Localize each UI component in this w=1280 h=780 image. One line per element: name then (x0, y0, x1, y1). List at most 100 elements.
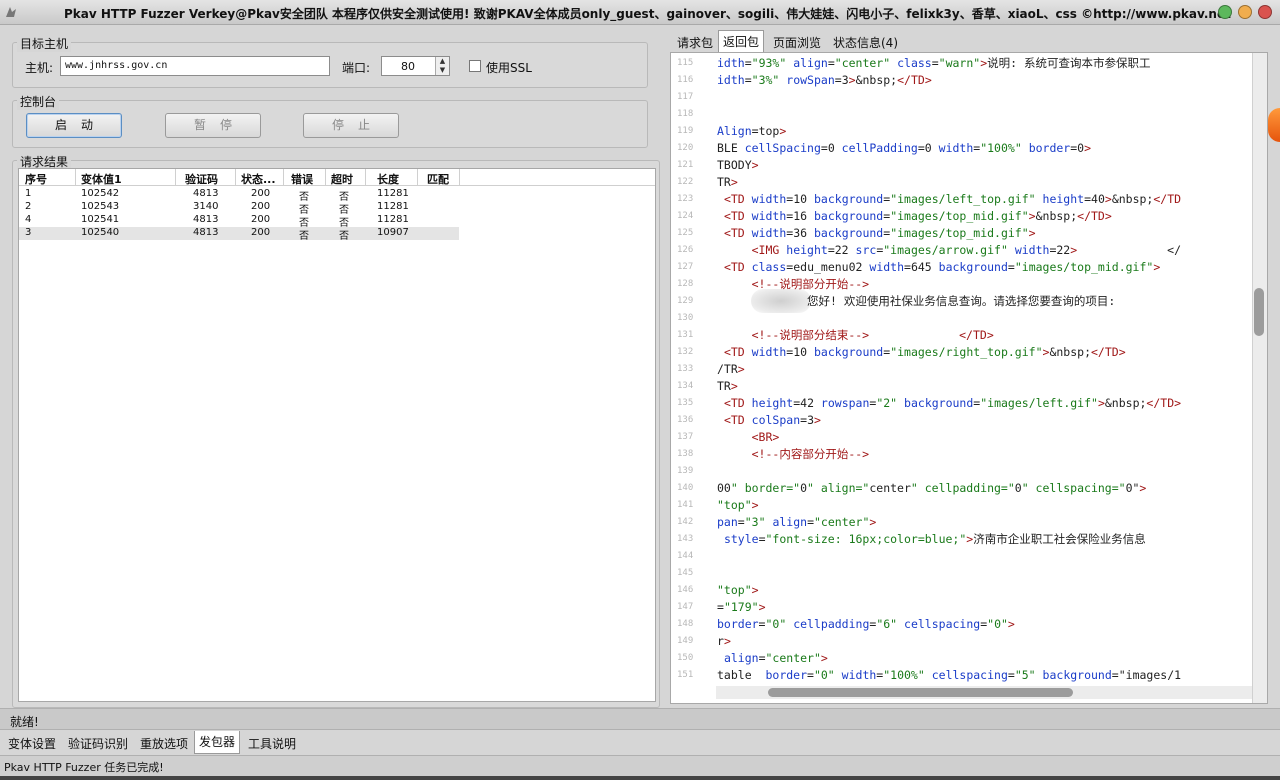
taskbar (0, 776, 1280, 780)
console-group: 控制台 启动 暂停 停止 (12, 93, 648, 148)
task-status-bar: Pkav HTTP Fuzzer 任务已完成! (0, 755, 1280, 776)
table-row[interactable]: 1 102542 4813 200 否否 11281 (19, 188, 459, 203)
line-number: 132 (677, 347, 694, 357)
column-divider[interactable] (365, 169, 366, 185)
line-number: 122 (677, 177, 694, 187)
column-divider[interactable] (459, 169, 460, 185)
tab-bottom-3[interactable]: 发包器 (194, 731, 241, 754)
table-cell: 102541 (81, 214, 120, 225)
line-number: 115 (677, 58, 694, 68)
ssl-checkbox[interactable] (469, 60, 481, 72)
chevron-up-icon[interactable]: ▲ (436, 57, 449, 66)
maximize-button[interactable] (1238, 5, 1252, 19)
code-text: 您好! 欢迎使用社保业务信息查询。请选择您要查询的项目: (717, 294, 1116, 308)
host-input[interactable]: www.jnhrss.gov.cn (60, 56, 330, 76)
column-header[interactable]: 匹配 (427, 171, 463, 187)
tab-bottom-0[interactable]: 变体设置 (4, 733, 60, 754)
column-header[interactable]: 状态... (241, 171, 287, 187)
code-line: 151 table border="0" width="100%" cellspa… (671, 667, 1267, 684)
results-table[interactable]: 序号 变体值1 验证码 状态... 错误 超时 长度 匹配 1 102542 4813 200 否 否 1… (18, 168, 656, 702)
code-line: 126 <IMG height=22 src="images/arrow.gif… (671, 242, 1267, 259)
tab-response-2[interactable]: 页面浏览 (768, 31, 826, 51)
code-text: <TD width=16 background="images/top_mid.… (723, 209, 1112, 223)
stop-button[interactable]: 停止 (303, 113, 399, 138)
column-divider[interactable] (325, 169, 326, 185)
table-cell: 200 (251, 188, 271, 199)
line-number: 118 (677, 109, 694, 119)
column-divider[interactable] (75, 169, 76, 185)
column-divider[interactable] (283, 169, 284, 185)
code-text: TR> (717, 379, 738, 393)
tab-response-1[interactable]: 返回包 (718, 30, 765, 52)
code-line: 147 ="179"> (671, 599, 1267, 616)
code-line: 130 (671, 310, 1267, 327)
side-widget-icon[interactable] (1268, 108, 1280, 142)
code-text: /TR> (717, 362, 745, 376)
code-line: 145 (671, 565, 1267, 582)
table-cell: 否 (299, 231, 309, 242)
port-stepper-buttons[interactable]: ▲ ▼ (435, 57, 449, 75)
line-number: 117 (677, 92, 694, 102)
tab-response-3[interactable]: 状态信息(4) (828, 31, 903, 51)
port-stepper[interactable]: 80 ▲ ▼ (381, 56, 450, 76)
code-text: style="font-size: 16px;color=blue;">济南市企… (723, 532, 1146, 546)
vertical-scrollbar[interactable] (1252, 53, 1267, 703)
code-text: <TD width=10 background="images/right_to… (723, 345, 1126, 359)
code-line: 135 <TD height=42 rowspan="2" background… (671, 395, 1267, 412)
column-header[interactable]: 验证码 (185, 171, 239, 187)
table-row[interactable]: 4 102541 4813 200 否否 11281 (19, 214, 459, 229)
start-button[interactable]: 启动 (26, 113, 122, 138)
code-text: "top"> (717, 583, 759, 597)
code-line: 150 align="center"> (671, 650, 1267, 667)
line-number: 121 (677, 160, 694, 170)
line-number: 119 (677, 126, 694, 136)
table-row[interactable]: 3 102540 4813 200 否 否 10907 (19, 227, 459, 242)
line-number: 141 (677, 500, 694, 510)
code-text: <!--内容部分开始--> (751, 447, 870, 461)
chevron-down-icon[interactable]: ▼ (436, 66, 449, 75)
table-row[interactable]: 2 102543 3140 200 否否 11281 (19, 201, 459, 216)
line-number: 125 (677, 228, 694, 238)
column-header[interactable]: 变体值1 (81, 171, 181, 187)
code-text: BLE cellSpacing=0 cellPadding=0 width="1… (717, 141, 1092, 155)
column-divider[interactable] (235, 169, 236, 185)
code-line: 137 <BR> (671, 429, 1267, 446)
line-number: 139 (677, 466, 694, 476)
pause-button[interactable]: 暂停 (165, 113, 261, 138)
close-button[interactable] (1258, 5, 1272, 19)
bottom-tabs: 变体设置 验证码识别 重放选项 发包器 工具说明 (0, 731, 1280, 755)
line-number: 143 (677, 534, 694, 544)
line-number: 138 (677, 449, 694, 459)
column-header[interactable]: 错误 (291, 171, 327, 187)
code-text: ="179"> (717, 600, 766, 614)
tab-response-0[interactable]: 请求包 (672, 31, 718, 51)
table-cell: 200 (251, 227, 271, 238)
code-text: <TD colSpan=3> (723, 413, 821, 427)
column-header[interactable]: 序号 (25, 171, 79, 187)
tab-bottom-1[interactable]: 验证码识别 (64, 733, 132, 754)
response-editor[interactable]: 115 idth="93%" align="center" class="warn… (670, 52, 1268, 704)
line-number: 140 (677, 483, 694, 493)
column-divider[interactable] (417, 169, 418, 185)
code-text: <TD width=10 background="images/left_top… (723, 192, 1182, 206)
target-host-group: 目标主机 主机: www.jnhrss.gov.cn 端口: 80 ▲ ▼ 使用… (12, 35, 648, 88)
table-cell: 2 (25, 201, 32, 212)
line-number: 127 (677, 262, 694, 272)
line-number: 147 (677, 602, 694, 612)
table-cell: 4813 (193, 214, 219, 225)
minimize-button[interactable] (1218, 5, 1232, 19)
horizontal-scroll-thumb[interactable] (768, 688, 1073, 697)
column-header[interactable]: 超时 (331, 171, 373, 187)
tab-bottom-2[interactable]: 重放选项 (136, 733, 192, 754)
code-text: idth="93%" align="center" class="warn">说… (717, 56, 1151, 70)
column-divider[interactable] (175, 169, 176, 185)
code-text: 00" border="0" align="center" cellpaddin… (717, 481, 1147, 495)
table-cell: 200 (251, 201, 271, 212)
code-line: 141 "top"> (671, 497, 1267, 514)
line-number: 145 (677, 568, 694, 578)
code-line: 138 <!--内容部分开始--> (671, 446, 1267, 463)
code-line: 119 Align=top> (671, 123, 1267, 140)
tab-bottom-4[interactable]: 工具说明 (244, 733, 300, 754)
vertical-scroll-thumb[interactable] (1254, 288, 1264, 336)
code-text: border="0" cellpadding="6" cellspacing="… (717, 617, 1015, 631)
